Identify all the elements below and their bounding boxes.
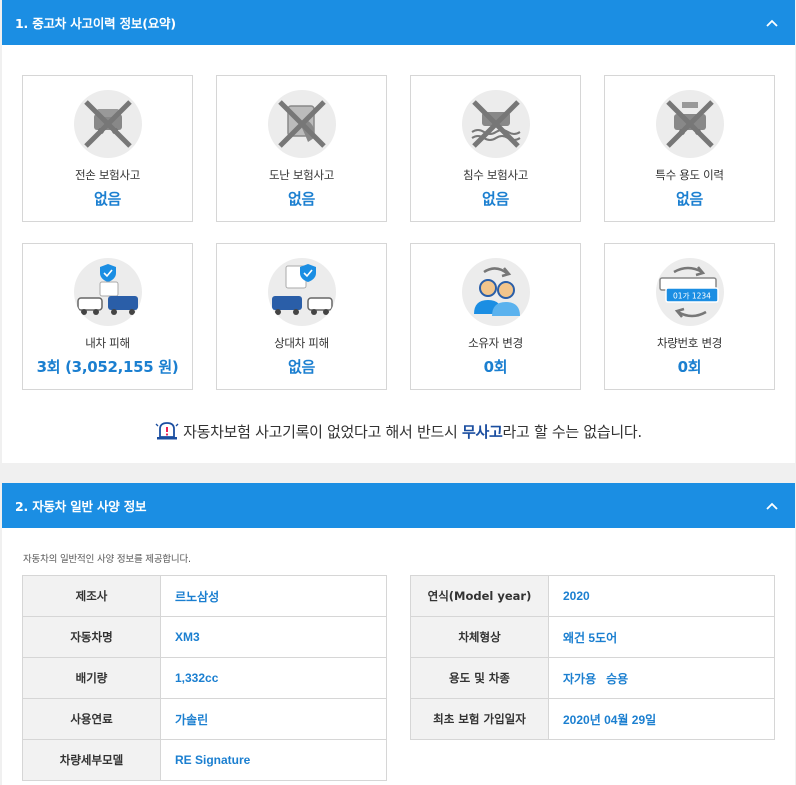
section-title: 1. 중고차 사고이력 정보(요약) <box>15 16 176 31</box>
spec-label: 제조사 <box>22 575 161 617</box>
taxi-icon <box>655 90 724 158</box>
spec-value: 2020 <box>548 575 775 617</box>
card-value: 없음 <box>287 358 315 376</box>
section-header[interactable]: 2. 자동차 일반 사양 정보 <box>2 483 795 528</box>
table-row: 배기량 1,332cc <box>22 657 387 699</box>
plate-number: 01가 1234 <box>673 292 711 301</box>
spec-value: 자가용 승용 <box>548 657 775 699</box>
card-label: 소유자 변경 <box>468 336 523 350</box>
no-accident-notice: 자동차보험 사고기록이 없었다고 해서 반드시 무사고라고 할 수는 없습니다. <box>2 420 795 444</box>
spec-table-left: 제조사 르노삼성 자동차명 XM3 배기량 1,332cc 사용연료 가솔린 차… <box>22 575 387 781</box>
accident-history-section: 1. 중고차 사고이력 정보(요약) 전손 보험사고 없음 도난 보험사고 없음… <box>2 0 795 463</box>
spec-label: 연식(Model year) <box>410 575 549 617</box>
spec-label: 배기량 <box>22 657 161 699</box>
card-value: 없음 <box>93 190 121 208</box>
spec-label: 사용연료 <box>22 698 161 740</box>
total-loss-icon <box>73 90 142 158</box>
owner-change-icon <box>461 258 530 326</box>
card-total-loss: 전손 보험사고 없음 <box>22 75 193 222</box>
table-row: 제조사 르노삼성 <box>22 575 387 617</box>
spec-value: 왜건 5도어 <box>548 616 775 658</box>
card-value: 0회 <box>677 358 702 376</box>
spec-table-right: 연식(Model year) 2020 차체형상 왜건 5도어 용도 및 차종 … <box>410 575 775 740</box>
my-car-damage-icon <box>73 258 142 326</box>
general-spec-section: 2. 자동차 일반 사양 정보 자동차의 일반적인 사양 정보를 제공합니다. … <box>2 483 795 785</box>
plate-change-icon: 01가 1234 <box>655 258 724 326</box>
theft-icon <box>267 90 336 158</box>
card-theft: 도난 보험사고 없음 <box>216 75 387 222</box>
card-my-car-damage: 내차 피해 3회 (3,052,155 원) <box>22 243 193 390</box>
spec-value: 르노삼성 <box>160 575 387 617</box>
card-plate-change: 01가 1234 차량번호 변경 0회 <box>604 243 775 390</box>
card-label: 차량번호 변경 <box>656 336 723 350</box>
card-label: 침수 보험사고 <box>462 168 529 182</box>
card-value: 없음 <box>287 190 315 208</box>
spec-value: 2020년 04월 29일 <box>548 698 775 740</box>
card-owner-change: 소유자 변경 0회 <box>410 243 581 390</box>
card-value: 3회 (3,052,155 원) <box>36 358 179 376</box>
section-header[interactable]: 1. 중고차 사고이력 정보(요약) <box>2 0 795 45</box>
card-value: 없음 <box>675 190 703 208</box>
spec-label: 자동차명 <box>22 616 161 658</box>
spec-value: 가솔린 <box>160 698 387 740</box>
table-row: 차체형상 왜건 5도어 <box>410 616 775 658</box>
flood-icon <box>461 90 530 158</box>
spec-value: 1,332cc <box>160 657 387 699</box>
card-label: 전손 보험사고 <box>74 168 141 182</box>
table-row: 최초 보험 가입일자 2020년 04월 29일 <box>410 698 775 740</box>
section-title: 2. 자동차 일반 사양 정보 <box>15 499 147 514</box>
chevron-up-icon[interactable] <box>765 16 779 30</box>
chevron-up-icon[interactable] <box>765 499 779 513</box>
notice-text-pre: 자동차보험 사고기록이 없었다고 해서 반드시 <box>183 423 462 441</box>
spec-value: XM3 <box>160 616 387 658</box>
spec-label: 최초 보험 가입일자 <box>410 698 549 740</box>
card-special-use: 특수 용도 이력 없음 <box>604 75 775 222</box>
section-description: 자동차의 일반적인 사양 정보를 제공합니다. <box>23 554 191 565</box>
spec-label: 차량세부모델 <box>22 739 161 781</box>
card-flood: 침수 보험사고 없음 <box>410 75 581 222</box>
card-label: 특수 용도 이력 <box>655 168 724 182</box>
notice-text-post: 라고 할 수는 없습니다. <box>502 423 642 441</box>
table-row: 차량세부모델 RE Signature <box>22 739 387 781</box>
table-row: 용도 및 차종 자가용 승용 <box>410 657 775 699</box>
table-row: 사용연료 가솔린 <box>22 698 387 740</box>
table-row: 연식(Model year) 2020 <box>410 575 775 617</box>
siren-warning-icon <box>155 420 179 444</box>
card-label: 내차 피해 <box>85 336 130 350</box>
card-value: 없음 <box>481 190 509 208</box>
spec-value: RE Signature <box>160 739 387 781</box>
card-other-car-damage: 상대차 피해 없음 <box>216 243 387 390</box>
card-value: 0회 <box>483 358 508 376</box>
spec-label: 차체형상 <box>410 616 549 658</box>
card-label: 도난 보험사고 <box>268 168 335 182</box>
spec-label: 용도 및 차종 <box>410 657 549 699</box>
table-row: 자동차명 XM3 <box>22 616 387 658</box>
card-label: 상대차 피해 <box>274 336 329 350</box>
notice-highlight: 무사고 <box>461 423 503 441</box>
other-car-damage-icon <box>267 258 336 326</box>
